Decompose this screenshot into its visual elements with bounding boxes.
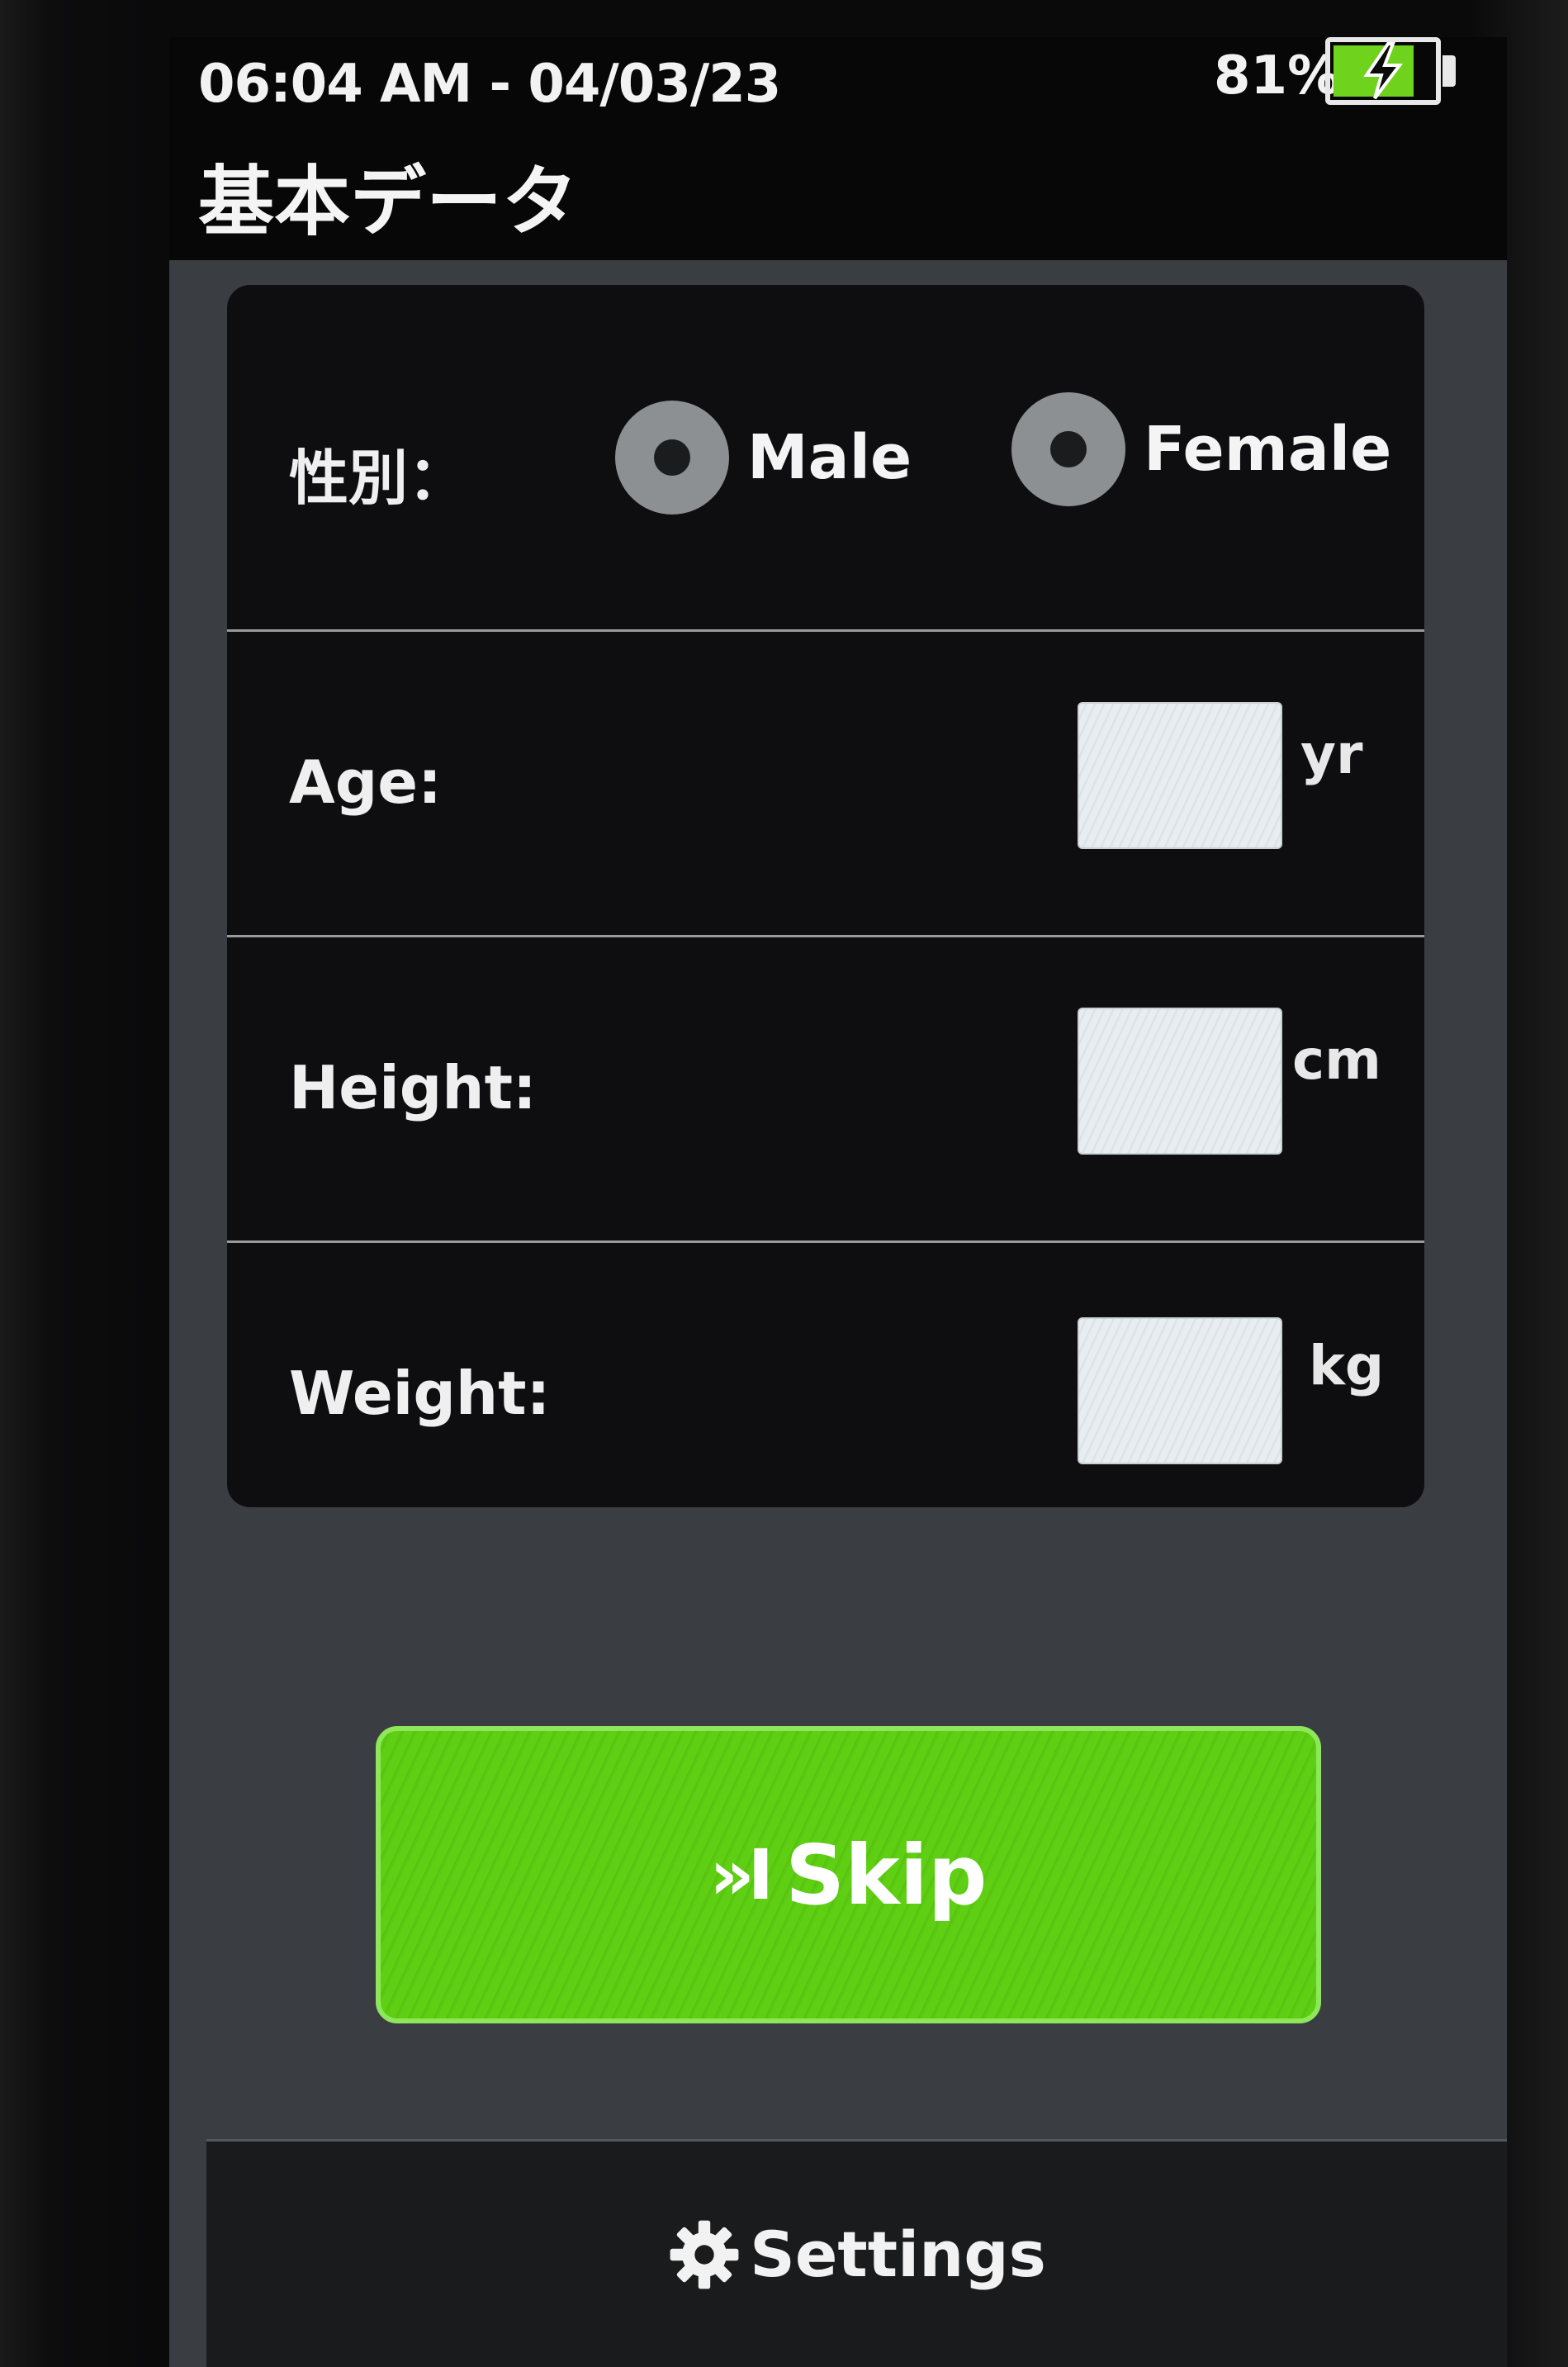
skip-forward-icon: »I xyxy=(709,1834,774,1915)
height-input[interactable] xyxy=(1078,1008,1282,1155)
basic-data-form: 性別： Male Female Age: yr Height: cm Weigh… xyxy=(227,285,1424,1507)
settings-label: Settings xyxy=(750,2218,1046,2291)
gear-icon xyxy=(670,2220,739,2289)
female-radio-icon[interactable] xyxy=(1011,392,1125,506)
weight-input[interactable] xyxy=(1078,1317,1282,1464)
female-label: Female xyxy=(1144,414,1392,485)
height-label: Height: xyxy=(289,1053,537,1122)
charging-bolt-icon xyxy=(1363,42,1403,100)
page-title: 基本データ xyxy=(198,158,579,246)
age-label: Age: xyxy=(289,747,442,817)
age-unit: yr xyxy=(1300,723,1363,786)
battery-cap xyxy=(1442,55,1456,87)
age-row: Age: yr xyxy=(227,632,1424,937)
weight-unit: kg xyxy=(1309,1334,1385,1397)
height-row: Height: cm xyxy=(227,937,1424,1243)
weight-row: Weight: kg xyxy=(227,1243,1424,1507)
age-input[interactable] xyxy=(1078,702,1282,849)
gender-option-female[interactable]: Female xyxy=(1011,392,1391,506)
top-bar: 06:04 AM - 04/03/23 81% 基本データ xyxy=(169,37,1507,260)
gender-row: 性別： Male Female xyxy=(227,285,1424,632)
height-unit: cm xyxy=(1292,1028,1381,1092)
battery-percentage: 81% xyxy=(1214,45,1341,107)
skip-label: Skip xyxy=(785,1826,988,1923)
gender-label: 性別： xyxy=(289,444,468,513)
weight-label: Weight: xyxy=(289,1359,551,1428)
skip-button[interactable]: »I Skip xyxy=(376,1726,1321,2023)
male-label: Male xyxy=(747,422,912,493)
gender-option-male[interactable]: Male xyxy=(615,401,912,515)
device-screen: 06:04 AM - 04/03/23 81% 基本データ 性別： Male F… xyxy=(169,37,1507,2367)
male-radio-icon[interactable] xyxy=(615,401,729,515)
settings-button[interactable]: Settings xyxy=(206,2139,1507,2367)
status-datetime: 06:04 AM - 04/03/23 xyxy=(198,54,781,115)
